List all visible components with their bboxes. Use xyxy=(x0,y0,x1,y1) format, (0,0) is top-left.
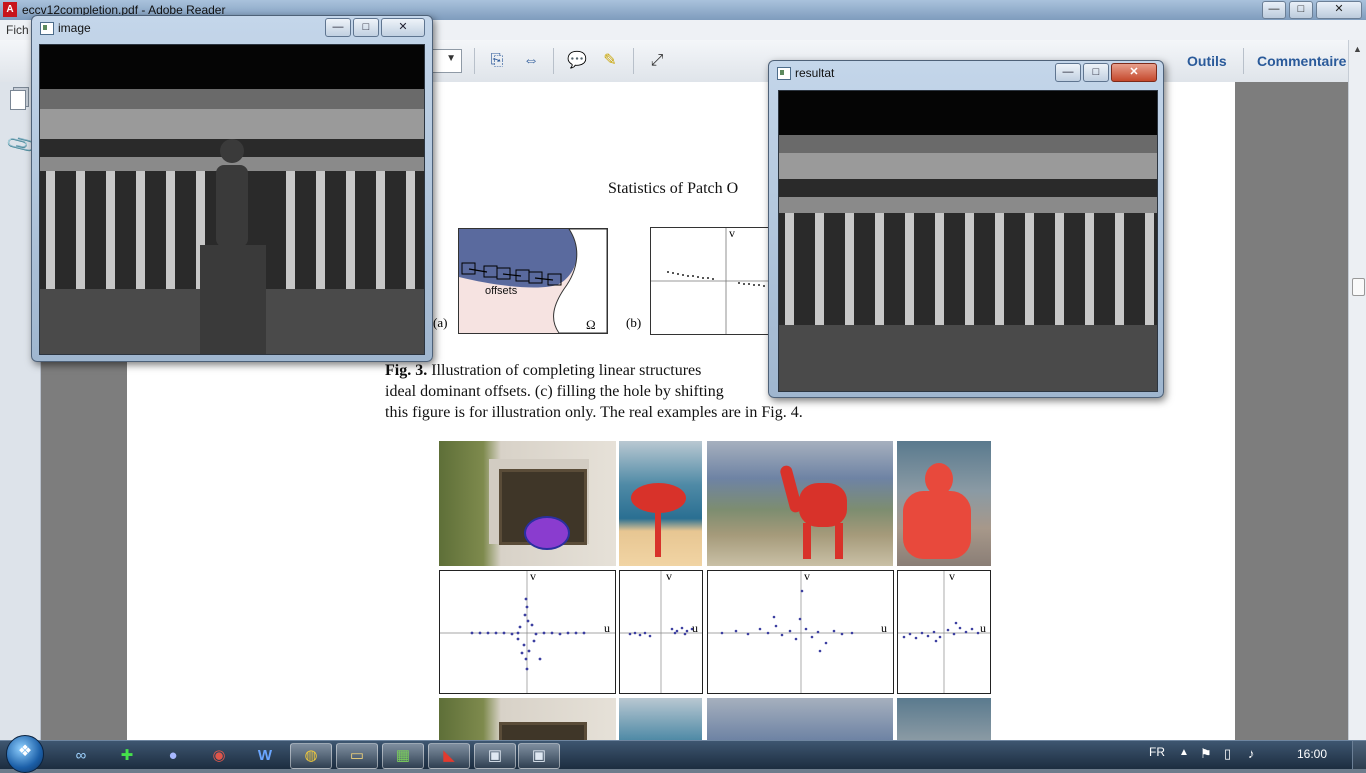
inpainted-facade-image xyxy=(779,91,1157,391)
axis-v-label: v xyxy=(949,569,955,583)
result-canvas xyxy=(778,90,1158,392)
axis-v-label: v xyxy=(666,569,672,583)
axis-u-label: u xyxy=(980,621,986,635)
scatter-1-svg xyxy=(440,571,615,693)
comment-pane-button[interactable]: Commentaire xyxy=(1257,53,1346,69)
omega-label: Ω xyxy=(586,317,596,332)
result-close-button[interactable]: ✕ xyxy=(1111,63,1157,82)
menu-file[interactable]: Fich xyxy=(6,23,29,37)
offset-scatter-2: v u xyxy=(619,569,703,694)
scatter-4-svg xyxy=(898,571,990,693)
flag-icon[interactable]: ⚑ xyxy=(1200,746,1212,762)
facade-with-statue-image xyxy=(40,45,424,354)
chrome-icon[interactable]: ◍ xyxy=(290,743,332,769)
show-desktop-button[interactable] xyxy=(1352,741,1366,769)
child-photo-2 xyxy=(897,698,991,740)
image-window[interactable]: image — □ ✕ xyxy=(31,15,433,362)
figure-label-a: (a) xyxy=(433,315,448,330)
windows-taskbar: ❖ ∞ ✚ ● ◉ W ◍ ▭ ▦ ◣ ▣ ▣ FR ▲ ⚑ ▯ ♪ 16:00 xyxy=(0,735,1366,773)
figure-3a-svg xyxy=(459,229,607,333)
adobe-reader-icon[interactable]: ◣ xyxy=(428,743,470,769)
scatter-3-svg xyxy=(708,571,893,693)
scrollbar-thumb[interactable] xyxy=(1352,278,1365,296)
media-icon[interactable]: ◉ xyxy=(198,743,240,769)
axis-u-label: u xyxy=(881,621,887,635)
caption-line-3: this figure is for illustration only. Th… xyxy=(385,404,803,421)
child-photo xyxy=(897,441,991,566)
windows-logo-icon: ❖ xyxy=(17,743,33,760)
window-icon[interactable]: ▣ xyxy=(474,743,516,769)
image-minimize-button[interactable]: — xyxy=(325,18,351,37)
offset-scatter-1: v u xyxy=(439,569,616,694)
eclipse-icon[interactable]: ● xyxy=(152,743,194,769)
masked-region xyxy=(524,516,570,550)
offset-scatter-3: v u xyxy=(707,569,894,694)
language-indicator[interactable]: FR xyxy=(1149,745,1165,759)
word-icon[interactable]: W xyxy=(244,743,286,769)
expand-icon[interactable]: ⤢ xyxy=(647,51,667,71)
caption-fig-number: Fig. 3. xyxy=(385,362,428,379)
comment-bubble-icon[interactable]: 💬 xyxy=(567,51,587,71)
axis-v-label: v xyxy=(804,569,810,583)
adobe-reader-icon: A xyxy=(3,2,17,17)
window-photo xyxy=(439,441,616,566)
axis-u-label: u xyxy=(692,621,698,635)
caption-line-1-text: Illustration of completing linear struct… xyxy=(427,362,702,379)
offset-points xyxy=(667,271,765,287)
fit-page-icon[interactable]: ⎘ xyxy=(487,51,507,71)
window-app-icon xyxy=(777,67,791,80)
beach-palm-photo xyxy=(619,441,702,566)
device-icon[interactable]: ▯ xyxy=(1224,746,1231,762)
scroll-up-icon[interactable]: ▲ xyxy=(1353,44,1362,54)
result-maximize-button[interactable]: □ xyxy=(1083,63,1109,82)
plus-icon[interactable]: ✚ xyxy=(106,743,148,769)
highlight-text-icon[interactable]: ✎ xyxy=(600,51,620,71)
axis-v-label: v xyxy=(729,227,735,240)
toolbar-separator xyxy=(633,48,634,74)
tools-pane-button[interactable]: Outils xyxy=(1187,53,1227,69)
image-window-title: image xyxy=(58,21,91,35)
reader-maximize-button[interactable]: □ xyxy=(1289,1,1313,19)
link-icon[interactable]: ∞ xyxy=(60,743,102,769)
figure-label-b: (b) xyxy=(626,315,642,330)
window-app-icon xyxy=(40,22,54,35)
window-icon[interactable]: ▣ xyxy=(518,743,560,769)
fit-width-icon[interactable]: ⇔ xyxy=(521,51,541,71)
reader-close-button[interactable]: ✕ xyxy=(1316,1,1362,19)
chevron-down-icon: ▼ xyxy=(446,53,456,64)
figure-3b-diagram: v xyxy=(650,227,772,335)
figure-3a-diagram: offsets Ω xyxy=(458,228,608,334)
toolbar-separator xyxy=(1243,48,1244,74)
toolbar-separator xyxy=(553,48,554,74)
offset-scatter-4: v u xyxy=(897,569,991,694)
grid-icon[interactable]: ▦ xyxy=(382,743,424,769)
elephant-photo-2 xyxy=(707,698,893,740)
toolbar-separator xyxy=(474,48,475,74)
image-maximize-button[interactable]: □ xyxy=(353,18,379,37)
result-window-title: resultat xyxy=(795,66,835,80)
folder-icon[interactable]: ▭ xyxy=(336,743,378,769)
section-heading: Statistics of Patch O xyxy=(608,180,739,197)
image-canvas xyxy=(39,44,425,355)
elephant-photo xyxy=(707,441,893,566)
known-region xyxy=(459,229,578,288)
result-window[interactable]: resultat — □ ✕ xyxy=(768,60,1164,398)
start-button[interactable]: ❖ xyxy=(6,735,44,773)
reader-minimize-button[interactable]: — xyxy=(1262,1,1286,19)
scatter-2-svg xyxy=(620,571,702,693)
page-thumbnails-icon[interactable] xyxy=(10,90,26,110)
show-hidden-icons-icon[interactable]: ▲ xyxy=(1179,747,1189,758)
axis-v-label: v xyxy=(530,569,536,583)
figure-3b-svg xyxy=(651,228,771,334)
result-minimize-button[interactable]: — xyxy=(1055,63,1081,82)
offsets-label: offsets xyxy=(485,285,518,297)
window-photo-2 xyxy=(439,698,616,740)
clock[interactable]: 16:00 xyxy=(1297,747,1327,761)
image-close-button[interactable]: ✕ xyxy=(381,18,425,37)
vertical-scrollbar[interactable]: ▲ xyxy=(1348,40,1366,740)
zoom-dropdown[interactable]: ▼ xyxy=(430,49,462,73)
axis-u-label: u xyxy=(604,621,610,635)
beach-photo-2 xyxy=(619,698,702,740)
volume-icon[interactable]: ♪ xyxy=(1248,746,1255,761)
